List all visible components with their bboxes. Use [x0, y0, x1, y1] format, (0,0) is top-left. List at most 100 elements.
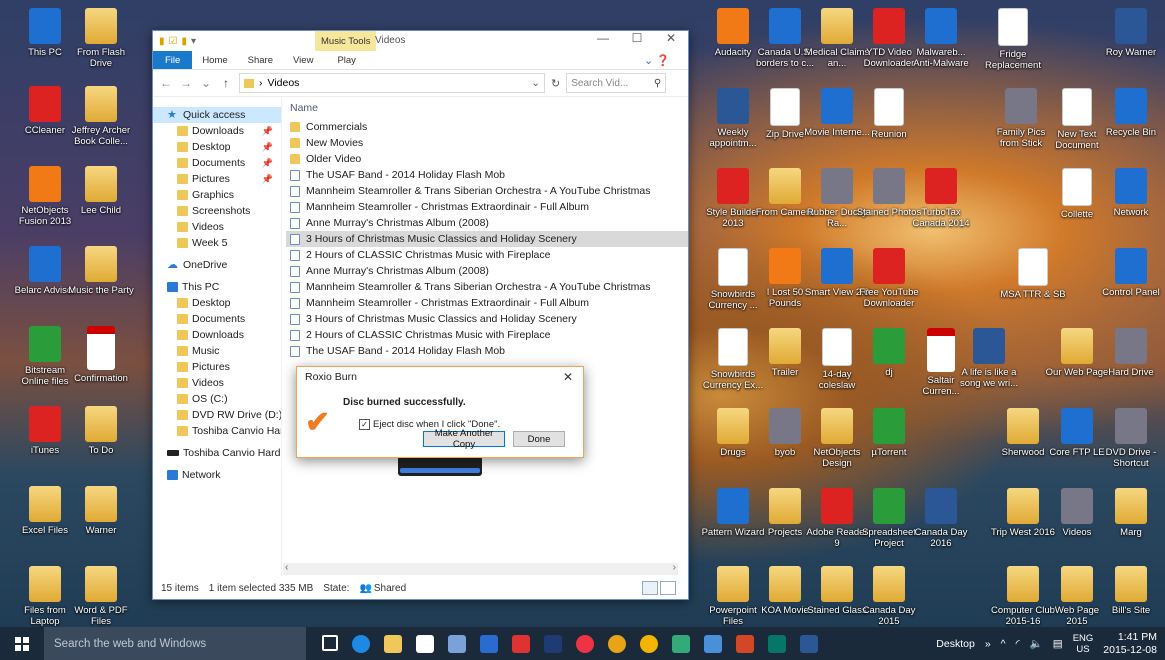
column-header-name[interactable]: Name: [286, 97, 688, 119]
refresh-icon[interactable]: ↻: [551, 77, 560, 90]
file-row[interactable]: Anne Murray's Christmas Album (2008): [286, 263, 688, 279]
chevron-right-icon[interactable]: »: [985, 638, 991, 650]
nav-item[interactable]: Week 5: [153, 235, 281, 251]
desktop-icon-a-life-is-like-a-song[interactable]: A life is like a song we wri...: [956, 328, 1022, 389]
desktop-icon-dvd-drive-shortcut[interactable]: DVD Drive - Shortcut: [1098, 408, 1164, 469]
close-button[interactable]: ✕: [654, 31, 688, 45]
back-arrow-icon[interactable]: ←: [159, 76, 173, 90]
desktop-icon-canada-day-2015[interactable]: Canada Day 2015: [856, 566, 922, 627]
file-row[interactable]: The USAF Band - 2014 Holiday Flash Mob: [286, 343, 688, 359]
desktop-icon-bills-site[interactable]: Bill's Site: [1098, 566, 1164, 616]
publisher-icon[interactable]: [768, 634, 786, 653]
address-bar[interactable]: › Videos ⌄: [239, 73, 545, 93]
file-explorer-icon[interactable]: [384, 634, 402, 653]
chevron-down-icon[interactable]: ⌄: [199, 76, 213, 90]
minimize-button[interactable]: —: [586, 31, 620, 45]
nav-item[interactable]: Desktop: [153, 295, 281, 311]
desktop-icon-control-panel[interactable]: Control Panel: [1098, 248, 1164, 298]
task-view-icon[interactable]: [322, 634, 338, 651]
desktop-icon-turbotax[interactable]: TurboTax Canada 2014: [908, 168, 974, 229]
desktop-icon-word-pdf-files[interactable]: Word & PDF Files: [68, 566, 134, 627]
file-row[interactable]: The USAF Band - 2014 Holiday Flash Mob: [286, 167, 688, 183]
desktop-toolbar-label[interactable]: Desktop: [936, 638, 975, 650]
tab-file[interactable]: File: [153, 51, 193, 69]
nav-quick-access[interactable]: ★ Quick access: [153, 107, 281, 123]
desktop-icon-to-do[interactable]: To Do: [68, 406, 134, 456]
desktop-icon-msa-ttr[interactable]: MSA TTR & SB: [1000, 248, 1066, 300]
desktop-icon-malwarebytes[interactable]: Malwareb... Anti-Malware: [908, 8, 974, 69]
quick-access-toolbar[interactable]: ▮ ☑ ▮ ▾: [153, 36, 196, 47]
desktop-icon-canada-day-2016[interactable]: Canada Day 2016: [908, 488, 974, 549]
music-tools-context-tab[interactable]: Music Tools: [315, 31, 377, 51]
desktop-icon-recycle-bin[interactable]: Recycle Bin: [1098, 88, 1164, 138]
large-icons-view-button[interactable]: [660, 581, 676, 595]
powerpoint-icon[interactable]: [736, 634, 754, 653]
nav-item[interactable]: Downloads: [153, 327, 281, 343]
media-player-icon[interactable]: [480, 634, 498, 653]
file-row[interactable]: Mannheim Steamroller & Trans Siberian Or…: [286, 279, 688, 295]
properties-icon[interactable]: ☑: [169, 36, 178, 47]
file-row[interactable]: Older Video: [286, 151, 688, 167]
pin-icon[interactable]: 📌: [262, 142, 273, 153]
chevron-down-icon[interactable]: ▾: [191, 36, 196, 47]
network-icon[interactable]: ◜: [1016, 638, 1020, 650]
file-row[interactable]: Anne Murray's Christmas Album (2008): [286, 215, 688, 231]
app-icon[interactable]: [608, 634, 626, 653]
file-row[interactable]: 3 Hours of Christmas Music Classics and …: [286, 231, 688, 247]
horizontal-scrollbar[interactable]: ‹ ›: [283, 562, 678, 575]
desktop-icon-confirmation[interactable]: Confirmation: [68, 326, 134, 384]
media-icon[interactable]: [640, 634, 658, 653]
pin-icon[interactable]: 📌: [262, 174, 273, 185]
show-hidden-icons-icon[interactable]: ^: [1001, 638, 1006, 650]
nav-item[interactable]: Music: [153, 343, 281, 359]
desktop-icon-network[interactable]: Network: [1098, 168, 1164, 218]
tab-view[interactable]: View: [283, 55, 323, 66]
desktop-icon-from-flash-drive[interactable]: From Flash Drive: [68, 8, 134, 69]
nav-toshiba-drive[interactable]: Toshiba Canvio Hard: [153, 445, 281, 461]
taskbar-search[interactable]: Search the web and Windows: [44, 627, 306, 660]
desktop-icon-free-youtube-downloader[interactable]: Free YouTube Downloader: [856, 248, 922, 309]
nav-item[interactable]: Documents: [153, 311, 281, 327]
scroll-right-icon[interactable]: ›: [673, 562, 676, 573]
desktop-icon-marg[interactable]: Marg: [1098, 488, 1164, 538]
tab-play[interactable]: Play: [323, 55, 365, 66]
desktop-icon-reunion[interactable]: Reunion: [856, 88, 922, 140]
file-row[interactable]: Mannheim Steamroller - Christmas Extraor…: [286, 295, 688, 311]
nav-item[interactable]: Screenshots: [153, 203, 281, 219]
nav-onedrive[interactable]: ☁ OneDrive: [153, 257, 281, 273]
desktop-icon-music-party[interactable]: Music the Party: [68, 246, 134, 296]
edge-icon[interactable]: [352, 634, 370, 653]
details-view-button[interactable]: [642, 581, 658, 595]
notifications-icon[interactable]: ▤: [1053, 638, 1063, 650]
pdf-reader-icon[interactable]: [512, 634, 530, 653]
nav-item[interactable]: Toshiba Canvio Har: [153, 423, 281, 439]
nav-item[interactable]: Videos: [153, 375, 281, 391]
word-icon[interactable]: [800, 634, 818, 653]
chrome-icon[interactable]: [576, 634, 594, 653]
desktop-icon-warner[interactable]: Warner: [68, 486, 134, 536]
nav-item[interactable]: Graphics: [153, 187, 281, 203]
nav-item[interactable]: Documents 📌: [153, 155, 281, 171]
file-row[interactable]: Mannheim Steamroller & Trans Siberian Or…: [286, 183, 688, 199]
clock[interactable]: 1:41 PM 2015-12-08: [1103, 631, 1157, 657]
help-icon[interactable]: ⌄ ❓: [634, 54, 680, 67]
search-input[interactable]: Search Vid... ⚲: [566, 73, 667, 93]
desktop-icon-roy-warner[interactable]: Roy Warner: [1098, 8, 1164, 58]
file-row[interactable]: Commercials: [286, 119, 688, 135]
done-button[interactable]: Done: [513, 431, 565, 447]
monitor-icon[interactable]: [704, 634, 722, 653]
nav-item[interactable]: Desktop 📌: [153, 139, 281, 155]
pinned-app-icon[interactable]: [448, 634, 466, 653]
nav-item[interactable]: Pictures: [153, 359, 281, 375]
file-row[interactable]: 2 Hours of CLASSIC Christmas Music with …: [286, 327, 688, 343]
nav-item[interactable]: DVD RW Drive (D:): [153, 407, 281, 423]
store-icon[interactable]: [416, 634, 434, 653]
make-another-copy-button[interactable]: Make Another Copy: [423, 428, 505, 450]
nav-item[interactable]: Videos: [153, 219, 281, 235]
start-button[interactable]: [0, 627, 44, 660]
nav-item[interactable]: Pictures 📌: [153, 171, 281, 187]
file-row[interactable]: Mannheim Steamroller - Christmas Extraor…: [286, 199, 688, 215]
tab-share[interactable]: Share: [238, 55, 283, 66]
desktop-icon-hard-drive[interactable]: Hard Drive: [1098, 328, 1164, 378]
tab-home[interactable]: Home: [192, 55, 237, 66]
